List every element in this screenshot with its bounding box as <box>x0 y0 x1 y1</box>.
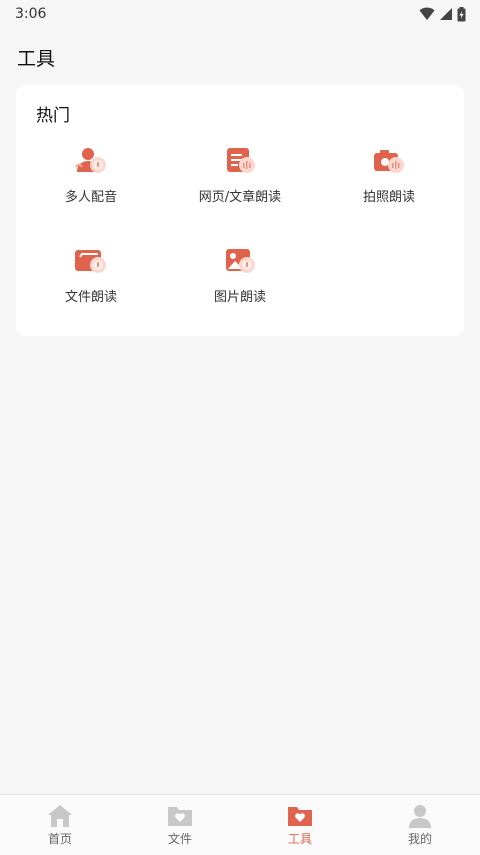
status-time: 3:06 <box>15 6 47 22</box>
multi-voice-icon <box>75 148 106 173</box>
tool-label: 网页/文章朗读 <box>198 190 282 205</box>
tab-home[interactable]: 首页 <box>0 795 120 855</box>
tool-label: 多人配音 <box>64 190 117 205</box>
folder-heart-icon <box>288 807 312 826</box>
tab-label: 我的 <box>407 832 432 846</box>
bottom-tab-bar: 首页 文件 工具 我的 <box>0 794 480 855</box>
tool-label: 文件朗读 <box>64 290 117 305</box>
file-read-icon <box>75 250 106 273</box>
tool-label: 拍照朗读 <box>362 190 415 205</box>
home-icon <box>48 805 72 827</box>
tool-multi-voice[interactable]: 多人配音 <box>16 145 166 215</box>
tool-camera-read[interactable]: 拍照朗读 <box>314 145 464 215</box>
image-read-icon <box>226 249 255 273</box>
status-icons <box>419 6 466 22</box>
tab-label: 首页 <box>47 832 72 846</box>
signal-icon <box>440 8 452 20</box>
tool-file-read[interactable]: 文件朗读 <box>16 245 166 315</box>
tab-files[interactable]: 文件 <box>120 795 240 855</box>
tab-label: 文件 <box>167 832 192 846</box>
camera-read-icon <box>374 150 404 173</box>
tab-tools[interactable]: 工具 <box>240 795 360 855</box>
status-bar: 3:06 <box>0 0 480 28</box>
wifi-icon <box>419 7 435 20</box>
battery-icon <box>457 6 466 21</box>
tool-image-read[interactable]: 图片朗读 <box>165 245 315 315</box>
page-title: 工具 <box>17 48 56 70</box>
tab-mine[interactable]: 我的 <box>360 795 480 855</box>
tool-label: 图片朗读 <box>213 290 266 305</box>
tool-article-read[interactable]: 网页/文章朗读 <box>165 145 315 215</box>
hot-tools-card: 热门 多人配音 网页/文章朗读 拍照朗读 文件朗读 图片朗读 <box>16 85 464 336</box>
user-icon <box>409 805 431 828</box>
section-heading: 热门 <box>36 106 70 126</box>
article-read-icon <box>227 148 255 173</box>
tab-label: 工具 <box>287 832 312 846</box>
folder-heart-icon <box>168 807 192 826</box>
